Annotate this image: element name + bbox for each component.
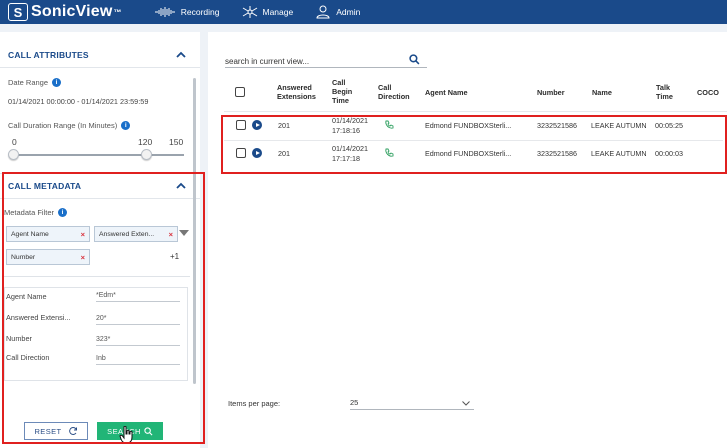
nav-recording[interactable]: Recording [154, 7, 220, 17]
highlight-box-metadata [2, 172, 205, 444]
app-logo[interactable]: S SonicView ™ [8, 3, 122, 21]
duration-label-row: Call Duration Range (In Minutes) i [8, 121, 131, 130]
date-range-value[interactable]: 01/14/2021 00:00:00 - 01/14/2021 23:59:5… [8, 97, 148, 106]
network-icon [242, 6, 257, 18]
date-range-label-row: Date Range i [8, 78, 62, 87]
waveform-icon [154, 7, 175, 17]
duration-slider-track[interactable] [14, 154, 184, 156]
duration-low-value: 120 [138, 137, 153, 147]
col-answered-extensions-line2: Extensions [277, 92, 316, 101]
highlight-box-results [221, 115, 727, 174]
col-answered-extensions-line1: Answered [277, 83, 312, 92]
items-per-page-label: Items per page: [228, 399, 281, 408]
call-attributes-header[interactable]: CALL ATTRIBUTES [0, 42, 200, 68]
col-call-begin-time-line1: Call [332, 78, 346, 87]
items-per-page-value: 25 [350, 398, 359, 407]
nav-manage[interactable]: Manage [242, 6, 294, 18]
app-title: SonicView [31, 3, 113, 20]
col-call-direction-line1: Call [378, 83, 392, 92]
col-coco[interactable]: COCO [697, 88, 719, 97]
header-divider [224, 111, 727, 112]
duration-max: 150 [169, 137, 184, 147]
col-name[interactable]: Name [592, 88, 612, 97]
col-talk-time[interactable]: Talk Time [656, 83, 673, 101]
top-nav-bar: S SonicView ™ Recording Manage Admin [0, 0, 727, 24]
chevron-up-icon[interactable] [176, 50, 186, 60]
col-agent-name[interactable]: Agent Name [425, 88, 468, 97]
trademark: ™ [113, 7, 122, 17]
search-icon[interactable] [409, 54, 420, 65]
col-call-begin-time-line2: Begin [332, 87, 353, 96]
col-answered-extensions[interactable]: Answered Extensions [277, 83, 316, 101]
nav-manage-label: Manage [262, 7, 294, 17]
date-range-label: Date Range [8, 78, 49, 87]
col-call-direction[interactable]: Call Direction [378, 83, 410, 101]
col-number[interactable]: Number [537, 88, 565, 97]
info-icon[interactable]: i [52, 78, 62, 87]
chevron-down-icon [462, 401, 470, 406]
info-icon[interactable]: i [121, 121, 131, 130]
col-talk-time-line2: Time [656, 92, 673, 101]
col-call-direction-line2: Direction [378, 92, 410, 101]
search-placeholder: search in current view... [225, 57, 310, 66]
nav-admin-label: Admin [336, 7, 361, 17]
items-per-page-select[interactable]: 25 [350, 398, 474, 410]
duration-slider-min-handle[interactable] [8, 149, 19, 160]
nav-admin[interactable]: Admin [315, 5, 360, 19]
call-attributes-title: CALL ATTRIBUTES [8, 49, 89, 60]
nav-recording-label: Recording [180, 7, 220, 17]
col-talk-time-line1: Talk [656, 83, 671, 92]
col-call-begin-time[interactable]: Call Begin Time [332, 78, 352, 105]
duration-label: Call Duration Range (In Minutes) [8, 121, 118, 130]
select-all-checkbox[interactable] [235, 87, 245, 97]
logo-mark: S [8, 3, 28, 21]
users-icon [316, 5, 330, 19]
duration-min: 0 [12, 137, 17, 147]
col-call-begin-time-line3: Time [332, 96, 349, 105]
search-input[interactable]: search in current view... [225, 54, 427, 68]
duration-slider-max-handle[interactable] [141, 149, 152, 160]
